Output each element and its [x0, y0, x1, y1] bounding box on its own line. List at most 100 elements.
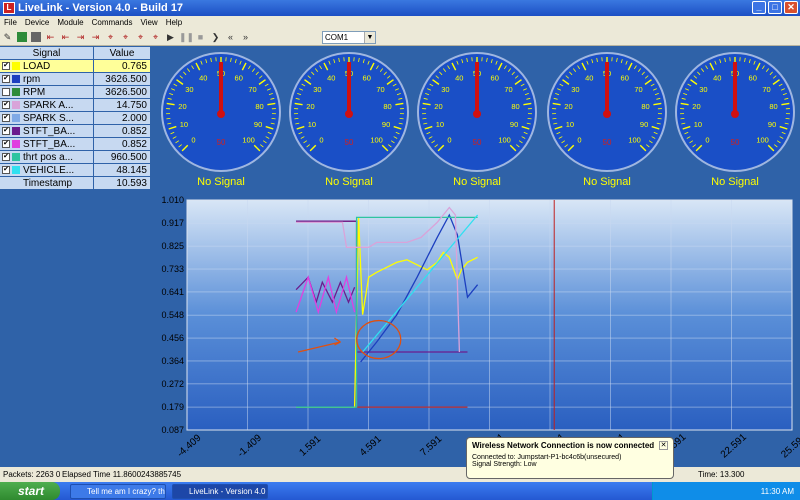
gauge-tick-label: 80 [511, 102, 519, 111]
signal-checkbox[interactable]: ✔ [2, 114, 10, 122]
y-tick-label: 0.548 [161, 310, 184, 320]
signal-checkbox[interactable]: ✔ [2, 166, 10, 174]
gauge-tick-label: 60 [363, 73, 371, 82]
gauge-tick-label: 90 [254, 120, 262, 129]
gauge-tick-label: 100 [498, 136, 511, 145]
menu-commands[interactable]: Commands [88, 18, 137, 27]
cursor-1-icon[interactable]: ⌖ [104, 31, 117, 43]
color-swatch [12, 88, 20, 96]
x-tick-label: -1.409 [236, 432, 265, 459]
gauge-tick-label: 90 [768, 120, 776, 129]
gauge-tick-label: 10 [566, 120, 574, 129]
system-tray: 11:30 AM [652, 482, 800, 500]
gauge-status: No Signal [325, 176, 373, 188]
signal-table: Signal Value ✔ LOAD 0.765 ✔ rpm 3626.500 RPM 3626… [0, 47, 150, 190]
signal-chart[interactable]: 1.010 0.917 0.825 0.733 0.641 0.548 0.456 0.364… [152, 194, 800, 460]
signal-checkbox[interactable]: ✔ [2, 101, 10, 109]
gauge-center-label: 50 [603, 138, 612, 147]
color-swatch [12, 75, 20, 83]
signal-row[interactable]: RPM 3626.500 [0, 86, 150, 99]
pause-icon[interactable]: ❚❚ [179, 31, 194, 43]
gauge-tick-label: 30 [185, 85, 193, 94]
menu-module[interactable]: Module [53, 18, 87, 27]
x-tick-label: 1.591 [297, 433, 323, 458]
wifi-notification-balloon[interactable]: Wireless Network Connection is now conne… [466, 437, 674, 479]
signal-value: 2.000 [94, 112, 150, 124]
gauge-hub [603, 110, 611, 118]
menu-help[interactable]: Help [162, 18, 186, 27]
gauge-tick-label: 40 [199, 73, 207, 82]
color-swatch [12, 153, 20, 161]
gauge-tick-label: 70 [504, 85, 512, 94]
signal-row[interactable]: ✔ VEHICLE... 48.145 [0, 164, 150, 177]
gauge-tick-label: 100 [628, 136, 641, 145]
signal-row[interactable]: ✔ LOAD 0.765 [0, 60, 150, 73]
menu-file[interactable]: File [0, 18, 21, 27]
edit-icon[interactable]: ✎ [1, 31, 14, 43]
next-icon[interactable]: ❯ [209, 31, 222, 43]
gauge-panel: 010203040506070809010050No Signal0102030… [150, 46, 800, 194]
cursor-3-icon[interactable]: ⌖ [134, 31, 147, 43]
signal-name: RPM [23, 86, 46, 98]
close-button[interactable]: ✕ [784, 1, 798, 14]
minimize-button[interactable]: _ [752, 1, 766, 14]
start-label: start [18, 484, 45, 498]
y-tick-label: 0.364 [161, 356, 184, 366]
gauge-tick [657, 117, 662, 120]
signal-name: LOAD [23, 60, 51, 72]
marker-start-icon[interactable]: ⇤ [44, 31, 57, 43]
signal-checkbox[interactable]: ✔ [2, 140, 10, 148]
marker-end-2-icon[interactable]: ⇥ [89, 31, 102, 43]
gray-square-icon[interactable] [31, 31, 41, 42]
gauge-tick-label: 100 [756, 136, 769, 145]
signal-value: 0.765 [94, 60, 150, 72]
gauge-tick-label: 90 [510, 120, 518, 129]
maximize-button[interactable]: □ [768, 1, 782, 14]
stop-icon[interactable]: ■ [194, 31, 207, 43]
signal-row[interactable]: ✔ SPARK S... 2.000 [0, 112, 150, 125]
gauge-tick-label: 30 [699, 85, 707, 94]
signal-row[interactable]: ✔ SPARK A... 14.750 [0, 99, 150, 112]
signal-checkbox[interactable] [2, 88, 10, 96]
gauge-tick-label: 40 [713, 73, 721, 82]
y-tick-label: 0.917 [161, 218, 184, 228]
signal-checkbox[interactable]: ✔ [2, 62, 10, 70]
menu-device[interactable]: Device [21, 18, 53, 27]
chevron-down-icon[interactable]: ▼ [364, 32, 375, 43]
taskbar-item-browser[interactable]: Tell me am I crazy? th... [70, 483, 166, 499]
timestamp-value: 10.593 [94, 177, 150, 189]
balloon-close-icon[interactable]: ✕ [659, 441, 668, 450]
gauge-dial: 010203040506070809010050 [289, 52, 409, 172]
signal-row[interactable]: ✔ STFT_BA... 0.852 [0, 138, 150, 151]
signal-row[interactable]: ✔ thrt pos a... 960.500 [0, 151, 150, 164]
menu-view[interactable]: View [137, 18, 162, 27]
packets-text: Packets: 2263 0 [3, 470, 61, 479]
x-tick-label: 22.591 [719, 432, 749, 460]
gauge-hub [345, 110, 353, 118]
gauge-tick-label: 30 [441, 85, 449, 94]
green-square-icon[interactable] [17, 31, 27, 42]
fast-forward-icon[interactable]: » [239, 31, 252, 43]
title-bar: L LiveLink - Version 4.0 - Build 17 _ □ … [0, 0, 800, 16]
signal-value: 960.500 [94, 151, 150, 163]
signal-row[interactable]: ✔ rpm 3626.500 [0, 73, 150, 86]
marker-start-2-icon[interactable]: ⇤ [59, 31, 72, 43]
signal-name: STFT_BA... [23, 125, 76, 137]
start-button[interactable]: start [0, 482, 60, 500]
signal-value: 48.145 [94, 164, 150, 176]
signal-name: VEHICLE... [23, 164, 75, 176]
signal-row[interactable]: ✔ STFT_BA... 0.852 [0, 125, 150, 138]
cursor-4-icon[interactable]: ⌖ [149, 31, 162, 43]
com-port-select[interactable]: COM1 ▼ [322, 31, 376, 44]
rewind-icon[interactable]: « [224, 31, 237, 43]
taskbar-item-livelink[interactable]: LiveLink - Version 4.0 ... [172, 483, 268, 499]
gauge-tick-label: 60 [621, 73, 629, 82]
signal-checkbox[interactable]: ✔ [2, 153, 10, 161]
gauge-tick-label: 0 [705, 136, 709, 145]
marker-end-icon[interactable]: ⇥ [74, 31, 87, 43]
play-icon[interactable]: ▶ [164, 31, 177, 43]
cursor-2-icon[interactable]: ⌖ [119, 31, 132, 43]
signal-checkbox[interactable]: ✔ [2, 75, 10, 83]
gauge-tick-label: 70 [634, 85, 642, 94]
signal-checkbox[interactable]: ✔ [2, 127, 10, 135]
